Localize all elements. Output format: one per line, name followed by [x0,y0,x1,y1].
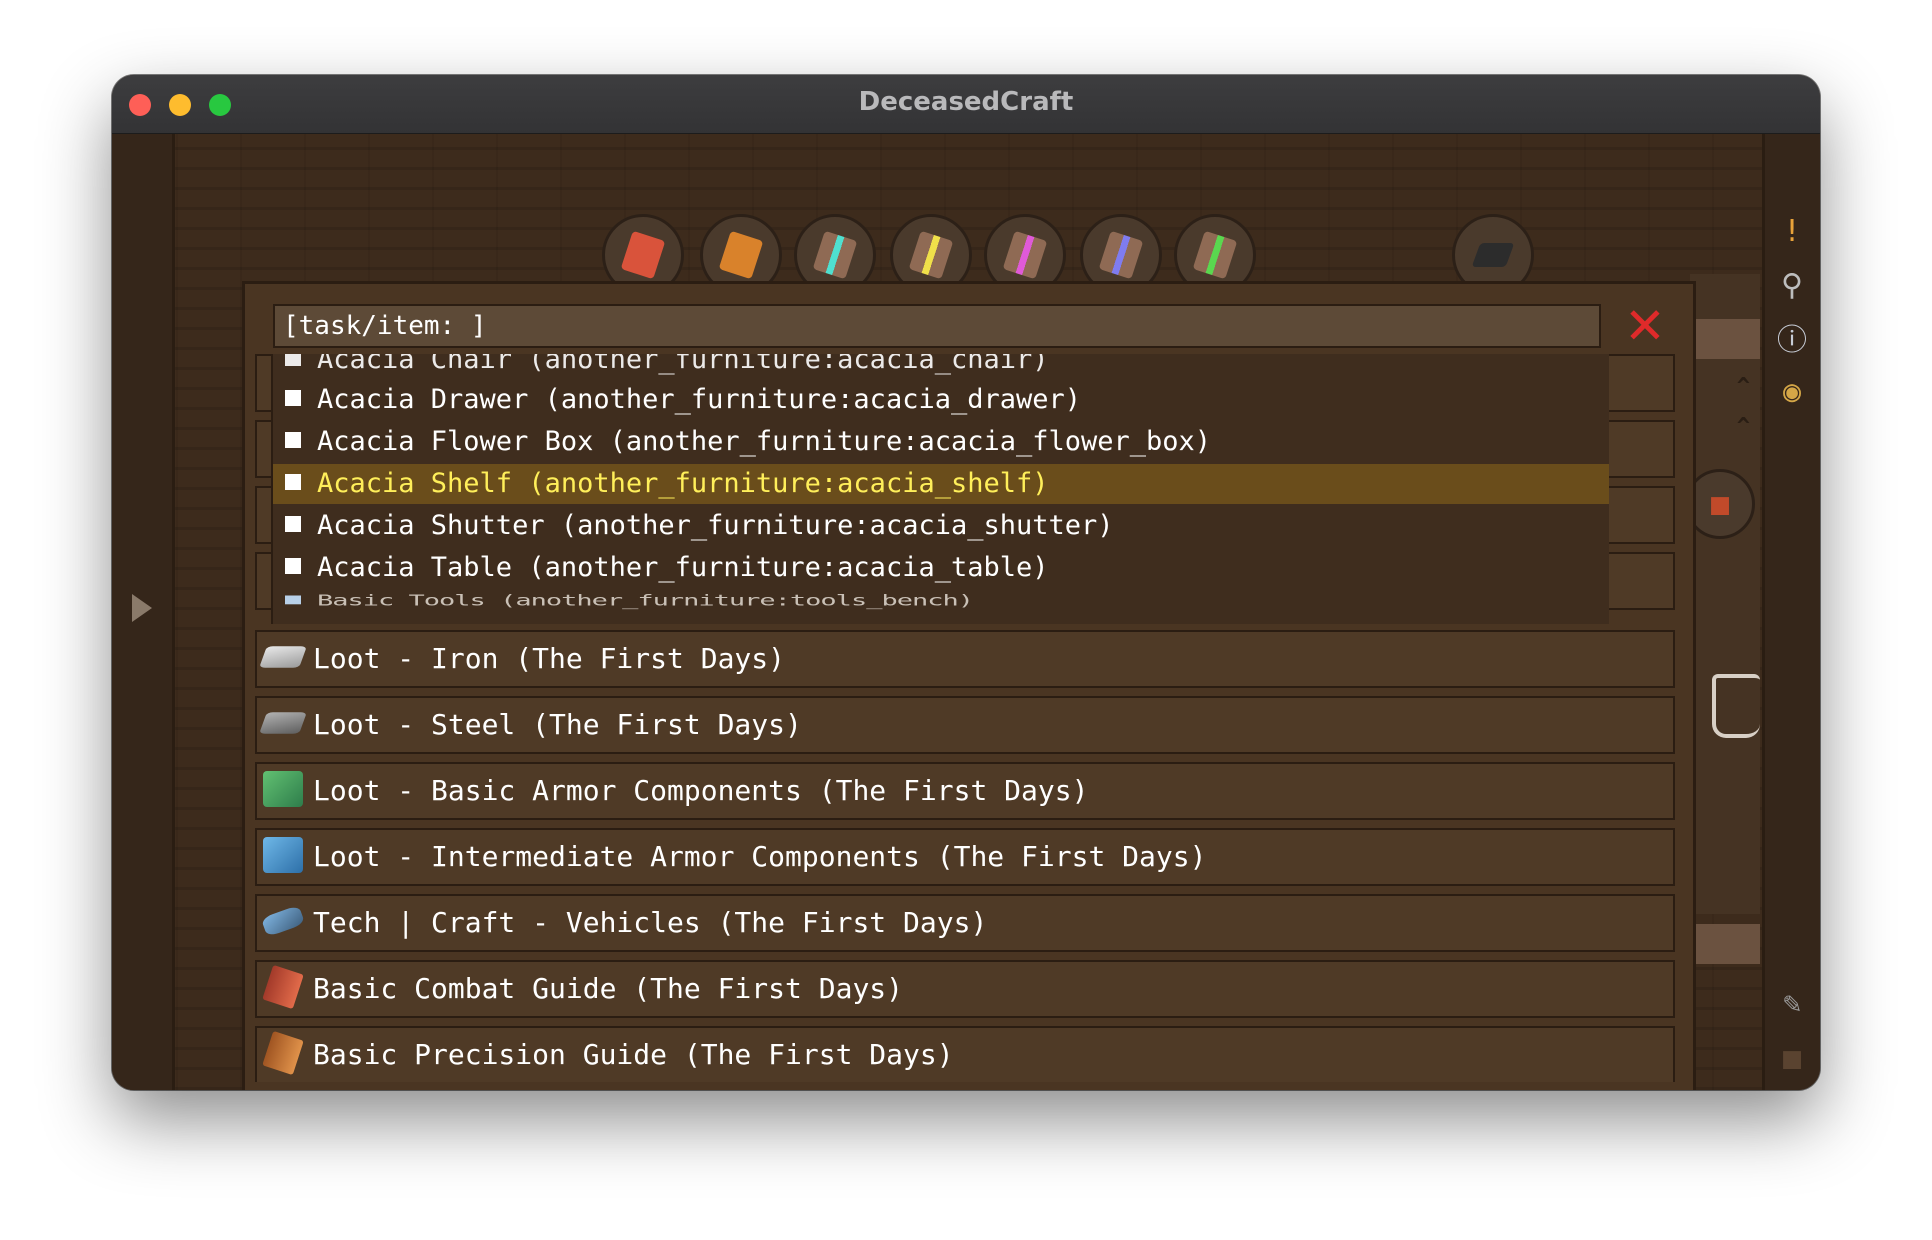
app-window: DeceasedCraft ^ ^ ■ ! ⚲ ⓘ ◉ ✎ ■ [task/it… [112,75,1820,1090]
quest-row[interactable]: Basic Combat Guide (The First Days) [255,960,1675,1018]
suggestion-label: Basic Tools (another_furniture:tools_ben… [317,592,974,610]
window-title: DeceasedCraft [858,87,1074,117]
precision-guide-book-icon [262,1030,304,1076]
chevron-up-icon: ^ [1736,374,1750,399]
chapter-icon-bar [112,214,1820,296]
suggestion-label: Acacia Drawer (another_furniture:acacia_… [317,384,1082,415]
suggestion-label: Acacia Shelf (another_furniture:acacia_s… [317,468,1049,499]
iron-ingot-icon [259,646,307,668]
suggestion-item[interactable]: Acacia Flower Box (another_furniture:aca… [273,422,1609,462]
chapter-sidebar [112,134,175,1090]
quest-label: Basic Precision Guide (The First Days) [313,1038,954,1071]
expand-sidebar-arrow-icon[interactable] [132,594,152,622]
armor-components-intermediate-icon [263,837,303,873]
suggestion-item[interactable]: Acacia Drawer (another_furniture:acacia_… [273,380,1609,420]
suggestion-item[interactable]: Basic Tools (another_furniture:tools_ben… [273,590,1609,612]
checkbox-icon [285,431,301,448]
pin-icon[interactable]: ⚲ [1773,266,1811,304]
quest-label: Tech | Craft - Vehicles (The First Days) [313,906,988,939]
checkbox-icon [285,515,301,532]
quest-row[interactable]: Tech | Craft - Vehicles (The First Days) [255,894,1675,952]
edit-pencil-icon[interactable]: ✎ [1773,984,1811,1022]
quest-row[interactable]: Loot - Steel (The First Days) [255,696,1675,754]
quest-label: Loot - Iron (The First Days) [313,642,786,675]
quest-canvas-slab [1690,319,1760,359]
checkbox-icon [285,354,301,366]
suggestion-item-selected[interactable]: Acacia Shelf (another_furniture:acacia_s… [273,464,1609,504]
quest-row[interactable]: Basic Precision Guide (The First Days) [255,1026,1675,1082]
compass-icon[interactable]: ◉ [1773,372,1811,410]
armor-components-basic-icon [263,771,303,807]
info-icon[interactable]: ⓘ [1773,318,1811,358]
checkbox-icon [285,557,301,574]
quest-search-dialog: ✕ Acacia Chair (another_furniture:acacia… [242,281,1696,1090]
tool-icon [285,595,301,605]
combat-guide-book-icon [262,964,304,1010]
quest-canvas-edge [1690,274,1760,914]
item-suggestion-dropdown: Acacia Chair (another_furniture:acacia_c… [271,354,1609,624]
suggestion-label: Acacia Chair (another_furniture:acacia_c… [317,354,1049,375]
chevron-up-icon: ^ [1736,414,1750,439]
quest-label: Loot - Basic Armor Components (The First… [313,774,1089,807]
suggestion-label: Acacia Flower Box (another_furniture:aca… [317,426,1212,457]
quest-label: Basic Combat Guide (The First Days) [313,972,904,1005]
suggestion-label: Acacia Shutter (another_furniture:acacia… [317,510,1114,541]
checkbox-icon [285,473,301,490]
alert-icon[interactable]: ! [1773,212,1811,250]
title-bar: DeceasedCraft [112,75,1820,134]
quest-row[interactable]: Loot - Iron (The First Days) [255,630,1675,688]
close-icon[interactable]: ✕ [1623,301,1667,351]
book-outline-icon [1712,674,1760,738]
steel-ingot-icon [259,712,307,734]
quest-book-screen: ^ ^ ■ ! ⚲ ⓘ ◉ ✎ ■ ✕ Acacia Chair (anothe… [112,134,1820,1090]
quest-row[interactable]: Loot - Basic Armor Components (The First… [255,762,1675,820]
quest-row[interactable]: Loot - Intermediate Armor Components (Th… [255,828,1675,886]
quest-canvas-slab [1690,924,1760,964]
search-input[interactable] [273,304,1601,348]
suggestion-item[interactable]: Acacia Table (another_furniture:acacia_t… [273,548,1609,588]
suggestion-item[interactable]: Acacia Chair (another_furniture:acacia_c… [273,354,1609,380]
tools-sidebar: ! ⚲ ⓘ ◉ ✎ ■ [1762,134,1820,1090]
vehicle-part-icon [260,904,306,938]
player-head-icon[interactable]: ■ [1773,1039,1811,1077]
checkbox-icon [285,389,301,406]
suggestion-item[interactable]: Acacia Shutter (another_furniture:acacia… [273,506,1609,546]
quest-label: Loot - Intermediate Armor Components (Th… [313,840,1207,873]
quest-label: Loot - Steel (The First Days) [313,708,802,741]
results-list: Acacia Chair (another_furniture:acacia_c… [255,354,1675,1082]
suggestion-label: Acacia Table (another_furniture:acacia_t… [317,552,1049,583]
